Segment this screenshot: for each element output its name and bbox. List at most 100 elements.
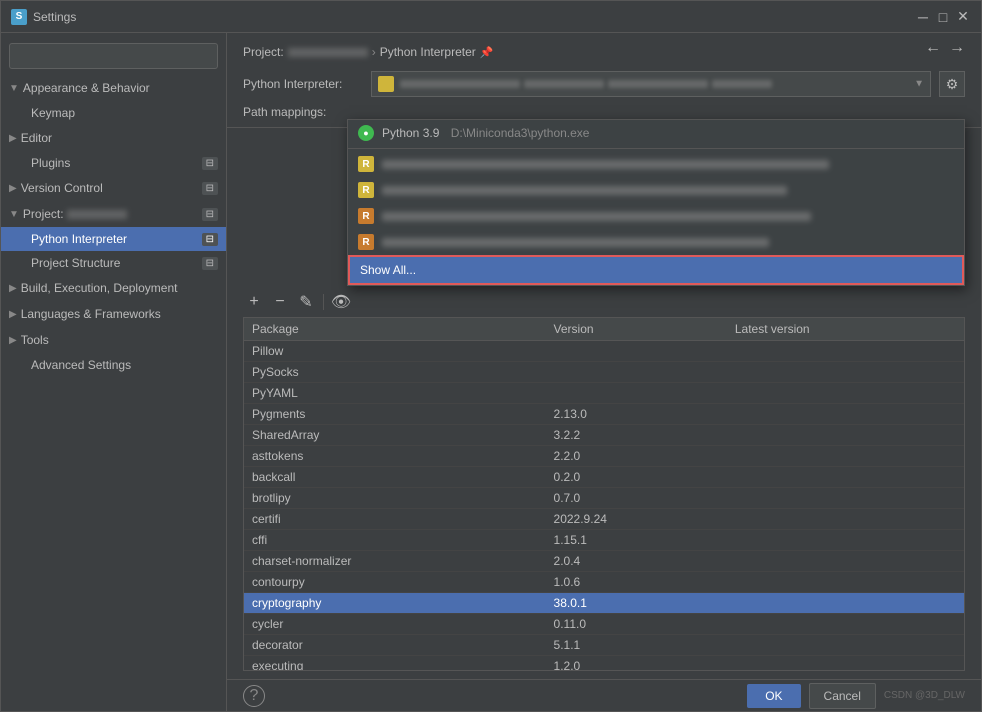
sidebar-item-python-interpreter[interactable]: Python Interpreter ⊟ <box>1 227 226 251</box>
cell-package: asttokens <box>244 446 546 467</box>
breadcrumb: Project: › Python Interpreter 📌 <box>243 45 493 59</box>
breadcrumb-current: Python Interpreter <box>380 45 476 59</box>
sidebar-item-advanced[interactable]: Advanced Settings <box>1 353 226 377</box>
sidebar-item-editor[interactable]: ▶ Editor <box>1 125 226 151</box>
dropdown-blurred-row-1[interactable]: R <box>348 151 964 177</box>
gear-button[interactable]: ⚙ <box>939 71 965 97</box>
build-arrow: ▶ <box>9 283 17 294</box>
interpreter-row: Python Interpreter: ▼ ⚙ <box>243 71 965 97</box>
cell-package: brotlipy <box>244 488 546 509</box>
sidebar-item-version-control[interactable]: ▶ Version Control ⊟ <box>1 175 226 201</box>
table-row[interactable]: Pygments2.13.0 <box>244 404 964 425</box>
add-package-button[interactable]: + <box>243 291 265 313</box>
cell-latest <box>727 635 964 656</box>
cell-latest <box>727 614 964 635</box>
table-row[interactable]: PySocks <box>244 362 964 383</box>
cell-version: 0.11.0 <box>546 614 727 635</box>
table-row[interactable]: executing1.2.0 <box>244 656 964 672</box>
sidebar-item-build[interactable]: ▶ Build, Execution, Deployment <box>1 275 226 301</box>
table-row[interactable]: cffi1.15.1 <box>244 530 964 551</box>
conda-icon-2: R <box>358 182 374 198</box>
table-row[interactable]: asttokens2.2.0 <box>244 446 964 467</box>
main-header: Project: › Python Interpreter 📌 ← → Pyth… <box>227 33 981 128</box>
sidebar-item-tools[interactable]: ▶ Tools <box>1 327 226 353</box>
main-panel: Project: › Python Interpreter 📌 ← → Pyth… <box>227 33 981 711</box>
cell-package: cryptography <box>244 593 546 614</box>
interpreter-icon <box>378 76 394 92</box>
search-box[interactable] <box>9 43 218 69</box>
ok-button[interactable]: OK <box>747 684 800 708</box>
sidebar-item-label: Project: <box>23 207 127 221</box>
cancel-button[interactable]: Cancel <box>809 683 876 709</box>
sidebar-item-project-structure[interactable]: Project Structure ⊟ <box>1 251 226 275</box>
cell-version <box>546 362 727 383</box>
dropdown-python-path: D:\Miniconda3\python.exe <box>451 126 590 140</box>
vc-arrow: ▶ <box>9 183 17 194</box>
cell-package: cffi <box>244 530 546 551</box>
cell-version: 0.7.0 <box>546 488 727 509</box>
sidebar-item-keymap[interactable]: Keymap <box>1 101 226 125</box>
table-row[interactable]: PyYAML <box>244 383 964 404</box>
cell-latest <box>727 404 964 425</box>
main-content: ▼ Appearance & Behavior Keymap ▶ Editor … <box>1 33 981 711</box>
sidebar-item-appearance[interactable]: ▼ Appearance & Behavior <box>1 75 226 101</box>
sidebar-item-label: Build, Execution, Deployment <box>21 281 178 295</box>
cell-version: 2.13.0 <box>546 404 727 425</box>
help-button[interactable]: ? <box>243 685 265 707</box>
window-title: Settings <box>33 10 915 24</box>
table-row[interactable]: charset-normalizer2.0.4 <box>244 551 964 572</box>
show-paths-button[interactable]: 👁 <box>330 291 352 313</box>
breadcrumb-separator: › <box>372 45 376 59</box>
sidebar-item-project[interactable]: ▼ Project: ⊟ <box>1 201 226 227</box>
python-icon: ● <box>358 125 374 141</box>
table-row[interactable]: backcall0.2.0 <box>244 467 964 488</box>
cell-version: 1.15.1 <box>546 530 727 551</box>
cell-package: SharedArray <box>244 425 546 446</box>
sidebar-item-label: Project Structure <box>31 256 120 270</box>
sidebar-item-label: Plugins <box>31 156 70 170</box>
close-button[interactable]: ✕ <box>955 9 971 25</box>
dropdown-blurred-row-2[interactable]: R <box>348 177 964 203</box>
path-label: Path mappings: <box>243 105 363 119</box>
dropdown-python-item[interactable]: ● Python 3.9 D:\Miniconda3\python.exe <box>348 120 964 146</box>
interpreter-select[interactable]: ▼ <box>371 71 931 97</box>
table-row[interactable]: cycler0.11.0 <box>244 614 964 635</box>
editor-arrow: ▶ <box>9 133 17 144</box>
table-row[interactable]: certifi2022.9.24 <box>244 509 964 530</box>
cell-package: cycler <box>244 614 546 635</box>
table-row[interactable]: brotlipy0.7.0 <box>244 488 964 509</box>
cell-latest <box>727 593 964 614</box>
dropdown-blurred-row-4[interactable]: R <box>348 229 964 255</box>
forward-button[interactable]: → <box>949 39 965 57</box>
cell-version: 2.2.0 <box>546 446 727 467</box>
table-row[interactable]: SharedArray3.2.2 <box>244 425 964 446</box>
minimize-button[interactable]: ─ <box>915 9 931 25</box>
search-input[interactable] <box>16 49 211 63</box>
cell-package: certifi <box>244 509 546 530</box>
titlebar: S Settings ─ □ ✕ <box>1 1 981 33</box>
sidebar-item-plugins[interactable]: Plugins ⊟ <box>1 151 226 175</box>
show-all-button[interactable]: Show All... <box>348 255 964 285</box>
back-button[interactable]: ← <box>925 39 941 57</box>
table-row[interactable]: cryptography38.0.1 <box>244 593 964 614</box>
table-header-row: Package Version Latest version <box>244 318 964 341</box>
table-row[interactable]: contourpy1.0.6 <box>244 572 964 593</box>
sidebar-item-label: Version Control <box>21 181 103 195</box>
conda-icon-3: R <box>358 208 374 224</box>
dropdown-blurred-row-3[interactable]: R <box>348 203 964 229</box>
table-row[interactable]: Pillow <box>244 341 964 362</box>
remove-package-button[interactable]: − <box>269 291 291 313</box>
sidebar: ▼ Appearance & Behavior Keymap ▶ Editor … <box>1 33 227 711</box>
table-row[interactable]: decorator5.1.1 <box>244 635 964 656</box>
chevron-down-icon: ▼ <box>914 79 924 90</box>
edit-package-button[interactable]: ✎ <box>295 291 317 313</box>
sidebar-item-languages[interactable]: ▶ Languages & Frameworks <box>1 301 226 327</box>
cell-package: backcall <box>244 467 546 488</box>
maximize-button[interactable]: □ <box>935 9 951 25</box>
col-version: Version <box>546 318 727 341</box>
cell-package: contourpy <box>244 572 546 593</box>
interpreter-label: Python Interpreter: <box>243 77 363 91</box>
sidebar-item-label: Editor <box>21 131 52 145</box>
conda-icon-1: R <box>358 156 374 172</box>
cell-version: 1.2.0 <box>546 656 727 672</box>
